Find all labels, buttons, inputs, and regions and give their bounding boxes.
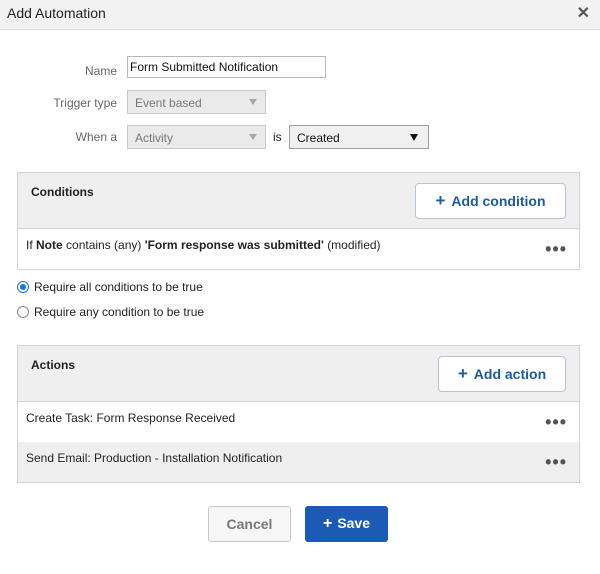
actions-header: Actions + Add action	[18, 346, 579, 402]
event-select[interactable]: Created	[289, 125, 429, 149]
require-all-label: Require all conditions to be true	[34, 280, 203, 294]
condition-text: If Note contains (any) 'Form response wa…	[26, 238, 381, 252]
require-any-label: Require any condition to be true	[34, 305, 205, 319]
trigger-type-value: Event based	[135, 96, 202, 110]
more-options-icon[interactable]: •••	[545, 453, 567, 471]
conditions-panel: Conditions + Add condition If Note contai…	[17, 172, 580, 270]
require-any-radio[interactable]	[17, 306, 29, 318]
name-input[interactable]	[127, 56, 326, 78]
plus-icon: +	[322, 515, 333, 532]
dialog-title: Add Automation	[7, 5, 106, 21]
require-any-option[interactable]: Require any condition to be true	[17, 305, 204, 319]
actions-title: Actions	[31, 358, 76, 372]
trigger-type-select: Event based	[127, 90, 266, 114]
trigger-type-label: Trigger type	[53, 96, 117, 110]
save-button[interactable]: + Save	[305, 506, 388, 542]
cancel-button[interactable]: Cancel	[208, 506, 291, 542]
name-label: Name	[84, 64, 117, 78]
when-select: Activity	[127, 125, 266, 149]
event-value: Created	[297, 131, 340, 145]
action-row: Create Task: Form Response Received •••	[18, 402, 579, 442]
require-all-radio[interactable]	[17, 281, 29, 293]
add-action-button[interactable]: + Add action	[438, 356, 566, 392]
when-value: Activity	[135, 131, 174, 145]
action-row: Send Email: Production - Installation No…	[18, 442, 579, 482]
actions-panel: Actions + Add action Create Task: Form Re…	[17, 345, 580, 483]
is-label: is	[273, 130, 282, 144]
dialog-titlebar: Add Automation ✕	[0, 0, 600, 30]
close-icon[interactable]: ✕	[577, 6, 590, 22]
when-label: When a	[75, 130, 117, 144]
more-options-icon[interactable]: •••	[545, 413, 567, 431]
plus-icon: +	[457, 364, 468, 383]
add-action-label: Add action	[473, 366, 547, 382]
plus-icon: +	[435, 191, 446, 210]
condition-row: If Note contains (any) 'Form response wa…	[18, 229, 579, 269]
action-label: Send Email: Production - Installation No…	[26, 451, 283, 465]
chevron-down-icon	[410, 134, 418, 141]
save-label: Save	[337, 515, 371, 531]
conditions-title: Conditions	[31, 185, 94, 199]
require-all-option[interactable]: Require all conditions to be true	[17, 280, 203, 294]
action-label: Create Task: Form Response Received	[26, 411, 236, 425]
chevron-down-icon	[249, 134, 257, 140]
add-condition-label: Add condition	[451, 193, 546, 209]
add-condition-button[interactable]: + Add condition	[415, 183, 566, 219]
more-options-icon[interactable]: •••	[545, 240, 567, 258]
chevron-down-icon	[249, 99, 257, 105]
conditions-header: Conditions + Add condition	[18, 173, 579, 229]
